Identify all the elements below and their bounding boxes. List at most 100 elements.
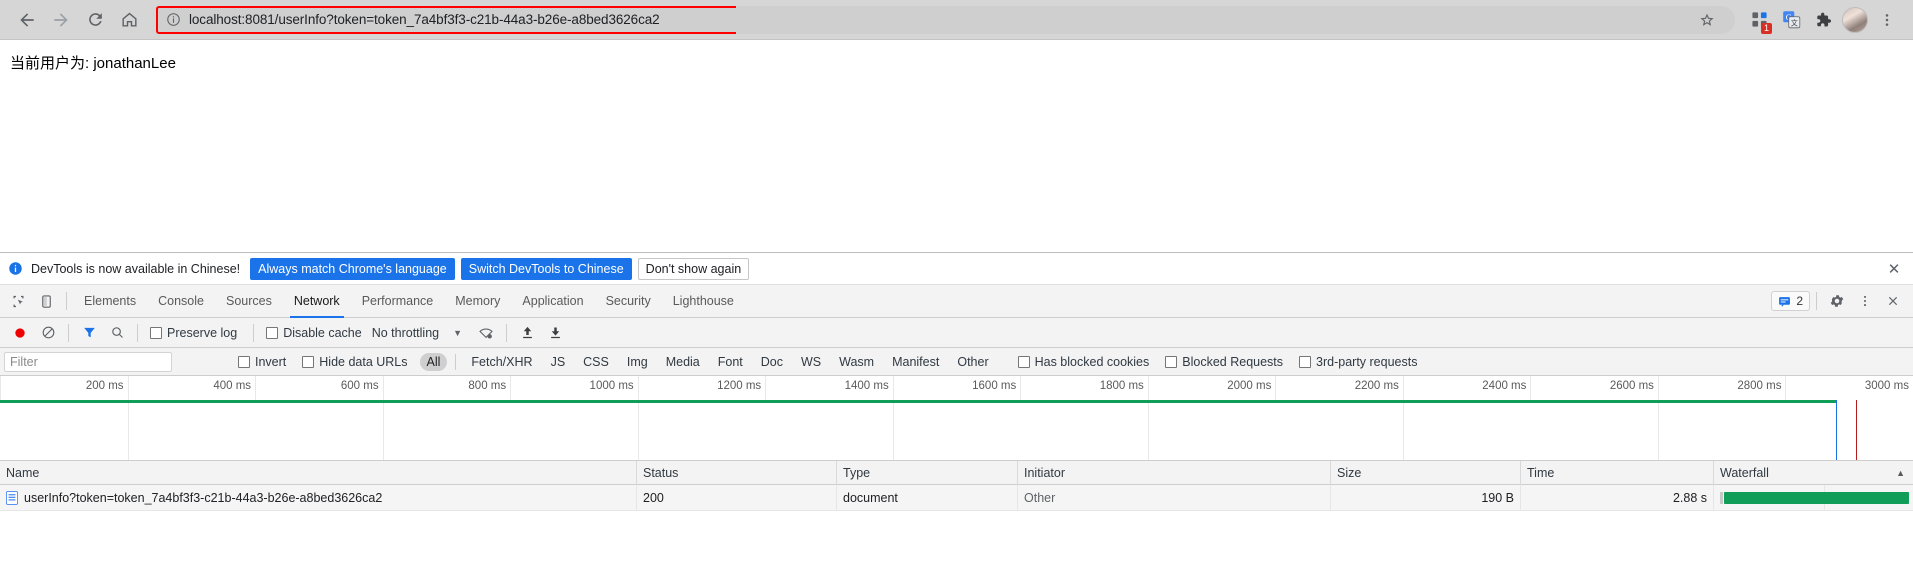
network-conditions-icon[interactable] xyxy=(472,319,500,347)
table-header-row: Name Status Type Initiator Size Time Wat… xyxy=(0,460,1913,485)
tab-performance[interactable]: Performance xyxy=(351,285,445,318)
back-arrow-icon[interactable] xyxy=(10,3,44,37)
devtools-more-icon[interactable] xyxy=(1851,287,1879,315)
timeline-tick: 3000 ms xyxy=(1785,376,1913,400)
cell-name[interactable]: userInfo?token=token_7a4bf3f3-c21b-44a3-… xyxy=(0,484,637,511)
timeline-tick: 1800 ms xyxy=(1020,376,1148,400)
switch-devtools-language-button[interactable]: Switch DevTools to Chinese xyxy=(460,257,632,280)
tab-sources[interactable]: Sources xyxy=(215,285,283,318)
tab-security[interactable]: Security xyxy=(595,285,662,318)
blocked-requests-checkbox[interactable]: Blocked Requests xyxy=(1165,355,1283,369)
blocked-requests-label: Blocked Requests xyxy=(1182,354,1284,369)
filter-type-js[interactable]: JS xyxy=(544,353,573,371)
home-icon[interactable] xyxy=(112,3,146,37)
import-har-icon[interactable] xyxy=(513,319,541,347)
column-header-waterfall[interactable]: Waterfall ▲ xyxy=(1714,461,1913,485)
network-request-table: Name Status Type Initiator Size Time Wat… xyxy=(0,460,1913,537)
profile-avatar[interactable] xyxy=(1839,4,1871,36)
sort-ascending-icon[interactable]: ▲ xyxy=(1896,468,1905,478)
checkbox-box[interactable] xyxy=(266,326,279,339)
column-header-status[interactable]: Status xyxy=(637,460,837,485)
filter-type-fetch-xhr[interactable]: Fetch/XHR xyxy=(464,353,539,371)
chevron-down-icon[interactable]: ▼ xyxy=(453,328,462,338)
timeline-tick: 2800 ms xyxy=(1657,376,1786,400)
filter-type-media[interactable]: Media xyxy=(659,353,707,371)
filter-type-all[interactable]: All xyxy=(419,352,448,371)
cell-initiator[interactable]: Other xyxy=(1018,484,1331,511)
filter-type-img[interactable]: Img xyxy=(620,353,655,371)
filter-type-doc[interactable]: Doc xyxy=(754,353,790,371)
always-match-language-button[interactable]: Always match Chrome's language xyxy=(250,257,455,280)
forward-arrow-icon[interactable] xyxy=(44,3,78,37)
document-icon xyxy=(6,490,18,505)
has-blocked-cookies-label: Has blocked cookies xyxy=(1034,354,1150,369)
timeline-tick-label: 2000 ms xyxy=(1227,380,1272,392)
tab-application[interactable]: Application xyxy=(511,285,594,318)
column-header-size[interactable]: Size xyxy=(1331,460,1521,485)
column-header-name[interactable]: Name xyxy=(0,460,637,485)
timeline-tick-label: 800 ms xyxy=(468,380,507,392)
disable-cache-checkbox[interactable]: Disable cache xyxy=(266,326,362,340)
tab-memory[interactable]: Memory xyxy=(444,285,511,318)
filter-type-css[interactable]: CSS xyxy=(576,353,616,371)
overview-gridline xyxy=(892,403,894,460)
clear-icon[interactable] xyxy=(34,319,62,347)
dont-show-again-button[interactable]: Don't show again xyxy=(637,257,750,280)
hide-data-urls-checkbox[interactable]: Hide data URLs xyxy=(302,355,408,369)
extensions-grid-icon[interactable]: 1 xyxy=(1743,4,1775,36)
throttling-dropdown[interactable]: No throttling ▼ xyxy=(372,326,462,340)
tab-console[interactable]: Console xyxy=(147,285,215,318)
filter-funnel-icon[interactable] xyxy=(75,319,103,347)
search-icon[interactable] xyxy=(103,319,131,347)
extensions-puzzle-icon[interactable] xyxy=(1807,4,1839,36)
devtools-close-icon[interactable] xyxy=(1879,287,1907,315)
banner-close-icon[interactable]: ✕ xyxy=(1881,256,1907,282)
inspect-element-icon[interactable] xyxy=(4,287,32,315)
site-info-icon[interactable] xyxy=(166,12,181,27)
invert-checkbox[interactable]: Invert xyxy=(238,355,286,369)
filter-type-manifest[interactable]: Manifest xyxy=(885,353,946,371)
bookmark-star-icon[interactable] xyxy=(1691,4,1723,36)
chrome-menu-icon[interactable] xyxy=(1871,4,1903,36)
timeline-tick-label: 2800 ms xyxy=(1737,380,1782,392)
tab-lighthouse[interactable]: Lighthouse xyxy=(662,285,745,318)
checkbox-box[interactable] xyxy=(1165,355,1178,368)
checkbox-box[interactable] xyxy=(1017,355,1030,368)
record-icon[interactable] xyxy=(6,319,34,347)
checkbox-box[interactable] xyxy=(1299,355,1312,368)
preserve-log-checkbox[interactable]: Preserve log xyxy=(150,326,237,340)
column-header-type[interactable]: Type xyxy=(837,460,1018,485)
cell-waterfall[interactable] xyxy=(1714,484,1913,511)
export-har-icon[interactable] xyxy=(541,319,569,347)
has-blocked-cookies-checkbox[interactable]: Has blocked cookies xyxy=(1017,354,1150,369)
checkbox-box[interactable] xyxy=(238,355,250,368)
address-bar[interactable]: localhost:8081/userInfo?token=token_7a4b… xyxy=(156,4,1735,36)
overview-gridline xyxy=(382,403,384,460)
timeline-tick: 2400 ms xyxy=(1402,376,1531,400)
checkbox-box[interactable] xyxy=(150,326,162,339)
gear-icon[interactable] xyxy=(1823,287,1851,315)
timeline-tick: 1000 ms xyxy=(510,376,638,400)
device-toolbar-icon[interactable] xyxy=(32,287,60,315)
reload-icon[interactable] xyxy=(78,3,112,37)
filter-type-font[interactable]: Font xyxy=(711,353,750,371)
google-translate-icon[interactable]: G 文 xyxy=(1775,4,1807,36)
filter-type-other[interactable]: Other xyxy=(950,353,995,371)
table-row[interactable]: userInfo?token=token_7a4bf3f3-c21b-44a3-… xyxy=(0,484,1913,511)
column-header-time[interactable]: Time xyxy=(1521,460,1714,485)
network-overview-timeline[interactable]: 200 ms 400 ms 600 ms 800 ms 1000 ms 1200 ms 14… xyxy=(0,376,1913,461)
filter-type-wasm[interactable]: Wasm xyxy=(832,353,881,371)
cell-type: document xyxy=(837,484,1018,511)
tab-elements[interactable]: Elements xyxy=(73,285,147,318)
column-header-initiator[interactable]: Initiator xyxy=(1018,460,1331,485)
omnibox-trailing[interactable] xyxy=(736,4,1735,36)
overview-gridline xyxy=(637,403,639,460)
console-messages-badge[interactable]: 2 xyxy=(1771,291,1810,311)
third-party-requests-checkbox[interactable]: 3rd-party requests xyxy=(1299,355,1417,369)
timeline-tick-label: 400 ms xyxy=(213,380,252,392)
tab-network[interactable]: Network xyxy=(283,285,351,318)
filter-type-ws[interactable]: WS xyxy=(794,353,828,371)
omnibox-highlighted[interactable]: localhost:8081/userInfo?token=token_7a4b… xyxy=(156,5,739,34)
checkbox-box[interactable] xyxy=(302,355,315,368)
filter-input[interactable] xyxy=(4,351,172,372)
